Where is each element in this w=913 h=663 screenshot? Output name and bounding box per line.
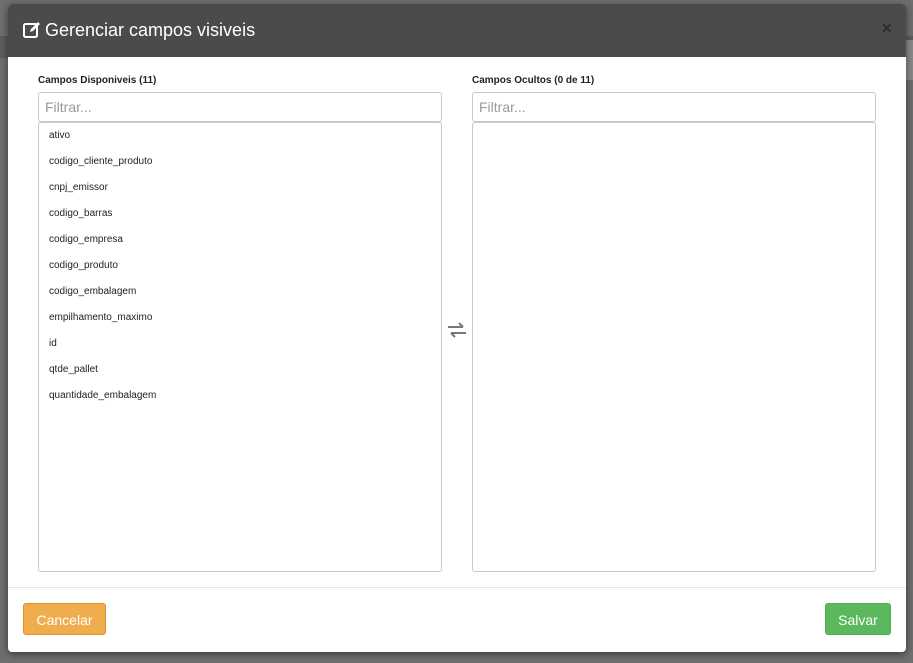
list-item[interactable]: codigo_cliente_produto — [39, 149, 441, 175]
close-button[interactable]: × — [881, 18, 892, 38]
list-item[interactable]: quantidade_embalagem — [39, 383, 441, 409]
list-item[interactable]: qtde_pallet — [39, 357, 441, 383]
modal-title: Gerenciar campos visiveis — [45, 20, 256, 40]
edit-icon — [23, 22, 40, 38]
save-button[interactable]: Salvar — [825, 603, 891, 635]
list-item[interactable]: codigo_empresa — [39, 227, 441, 253]
list-item[interactable]: codigo_barras — [39, 201, 441, 227]
hidden-filter-input[interactable] — [472, 92, 876, 122]
manage-fields-modal: Gerenciar campos visiveis × Campos Dispo… — [8, 4, 906, 652]
swap-arrows-icon[interactable] — [447, 322, 467, 338]
list-item[interactable]: codigo_embalagem — [39, 279, 441, 305]
backdrop-scrollbar — [905, 40, 913, 80]
footer-divider — [8, 587, 906, 588]
list-item[interactable]: ativo — [39, 123, 441, 149]
available-fields-label: Campos Disponiveis (11) — [38, 75, 157, 86]
list-item[interactable]: cnpj_emissor — [39, 175, 441, 201]
hidden-fields-label: Campos Ocultos (0 de 11) — [472, 75, 595, 86]
list-item[interactable]: codigo_produto — [39, 253, 441, 279]
list-item[interactable]: empilhamento_maximo — [39, 305, 441, 331]
list-item[interactable]: id — [39, 331, 441, 357]
cancel-button[interactable]: Cancelar — [23, 603, 106, 635]
hidden-fields-list[interactable] — [472, 122, 876, 572]
available-filter-input[interactable] — [38, 92, 442, 122]
modal-header: Gerenciar campos visiveis × — [8, 4, 906, 57]
available-fields-list[interactable]: ativo codigo_cliente_produto cnpj_emissor c… — [38, 122, 442, 572]
